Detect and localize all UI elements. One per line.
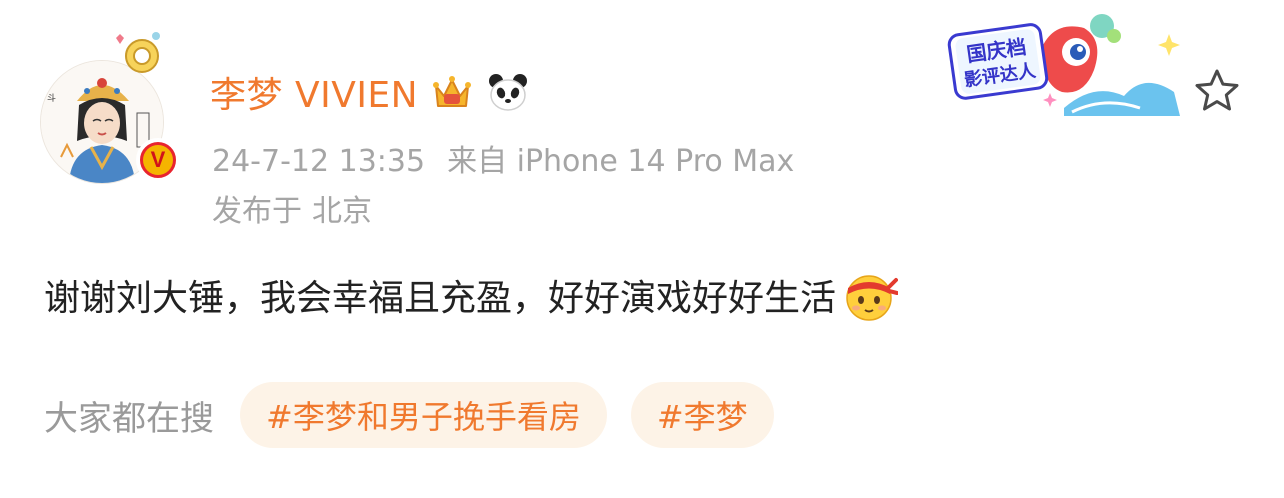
verified-badge: V — [136, 138, 180, 182]
event-badge-icon[interactable]: 国庆档 影评达人 — [944, 12, 1196, 120]
verified-mark: V — [143, 145, 173, 175]
username[interactable]: 李梦 VIVIEN — [210, 66, 418, 118]
avatar-frame-decoration-icon — [116, 32, 160, 73]
post-text: 谢谢刘大锤，我会幸福且充盈，好好演戏好好生活 — [44, 278, 837, 319]
trending-tag[interactable]: #李梦和男子挽手看房 — [240, 382, 607, 448]
trending-search-label: 大家都在搜 — [44, 398, 214, 439]
post-location: 发布于 北京 — [212, 186, 372, 230]
favorite-star-icon[interactable] — [1192, 66, 1242, 116]
crown-membership-icon[interactable] — [430, 70, 474, 114]
svg-text:斗: 斗 — [47, 93, 56, 104]
username-row: 李梦 VIVIEN — [210, 66, 530, 118]
location-prefix: 发布于 — [212, 194, 302, 229]
trending-search-row: 大家都在搜 #李梦和男子挽手看房 #李梦 — [44, 380, 798, 450]
user-avatar-group[interactable]: 斗 V — [40, 32, 180, 184]
headband-emoji-icon — [846, 275, 899, 321]
location-city: 北京 — [312, 194, 372, 229]
trending-tag[interactable]: #李梦 — [630, 382, 774, 448]
panda-icon[interactable] — [486, 70, 530, 114]
post-timestamp: 24-7-12 13:35 — [212, 144, 426, 179]
post-source: 来自 iPhone 14 Pro Max — [447, 144, 795, 179]
post-content: 谢谢刘大锤，我会幸福且充盈，好好演戏好好生活 — [44, 266, 899, 324]
post-meta: 24-7-12 13:35 来自 iPhone 14 Pro Max — [212, 136, 794, 180]
